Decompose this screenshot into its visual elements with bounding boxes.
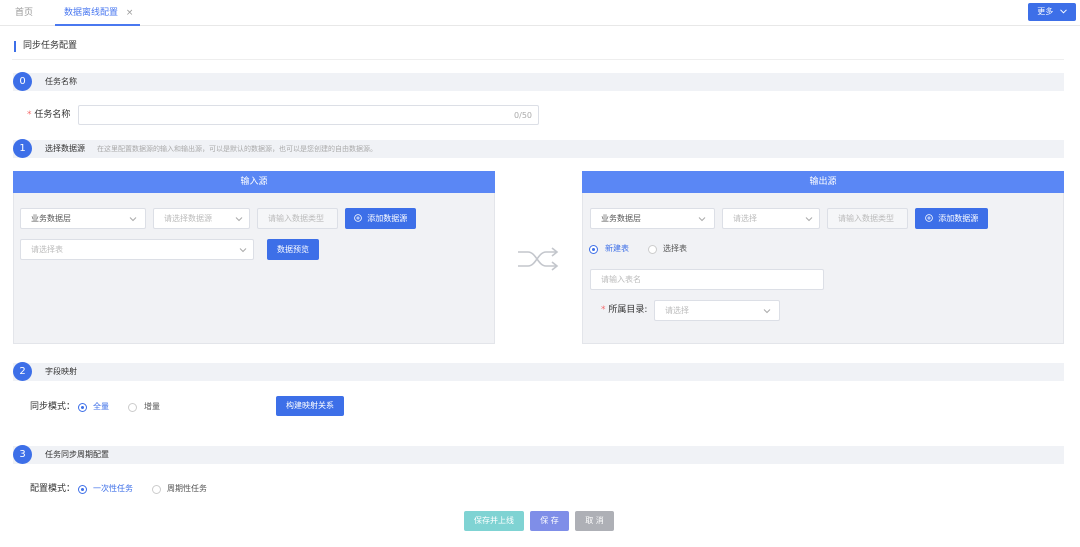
tab-home[interactable]: 首页	[15, 0, 33, 26]
radio-once[interactable]	[78, 485, 87, 494]
plus-circle-icon	[353, 214, 362, 222]
sync-mode-label: 同步模式：	[30, 402, 76, 412]
radio-periodic[interactable]	[152, 485, 161, 494]
chevron-down-icon	[129, 217, 137, 222]
config-mode-label: 配置模式：	[30, 484, 76, 494]
output-datatype-placeholder: 请输入数据类型	[838, 214, 894, 223]
output-add-datasource-button[interactable]: 添加数据源	[915, 208, 988, 229]
chevron-down-icon	[763, 309, 771, 314]
input-datatype-field[interactable]: 请输入数据类型	[257, 208, 338, 229]
output-datasource-select[interactable]: 请选择	[722, 208, 820, 229]
page-title: 同步任务配置	[14, 41, 77, 52]
chevron-down-icon	[239, 248, 247, 253]
required-mark: *	[27, 110, 32, 120]
shuffle-icon	[518, 247, 559, 271]
step-badge-2: 2	[13, 362, 32, 381]
section-bar-schedule	[13, 446, 1064, 464]
section-bar-field-mapping	[13, 363, 1064, 381]
section-title-task-name: 任务名称	[45, 77, 77, 86]
radio-select-table[interactable]	[648, 245, 657, 254]
radio-select-table-label[interactable]: 选择表	[663, 244, 687, 254]
radio-once-label[interactable]: 一次性任务	[93, 484, 133, 494]
chevron-down-icon	[698, 217, 706, 222]
tab-offline-config[interactable]: 数据离线配置 ×	[55, 0, 140, 26]
section-bar-task-name	[13, 73, 1064, 91]
tab-bar	[0, 0, 1080, 26]
radio-full[interactable]	[78, 403, 87, 412]
output-datatype-field[interactable]: 请输入数据类型	[827, 208, 908, 229]
input-table-placeholder: 请选择表	[31, 245, 63, 254]
more-button-label: 更多	[1037, 7, 1054, 16]
input-add-datasource-label: 添加数据源	[367, 214, 408, 223]
radio-periodic-label[interactable]: 周期性任务	[167, 484, 207, 494]
data-preview-button[interactable]: 数据预览	[267, 239, 319, 260]
task-name-counter: 0/50	[514, 111, 532, 120]
input-add-datasource-button[interactable]: 添加数据源	[345, 208, 416, 229]
directory-label: * 所属目录:	[601, 301, 647, 319]
step-badge-3: 3	[13, 445, 32, 464]
input-datatype-placeholder: 请输入数据类型	[268, 214, 324, 223]
chevron-down-icon	[805, 217, 813, 222]
more-button[interactable]: 更多	[1028, 3, 1076, 21]
radio-incremental[interactable]	[128, 403, 137, 412]
directory-label-text: 所属目录:	[608, 305, 648, 315]
output-layer-select[interactable]: 业务数据层	[590, 208, 715, 229]
build-mapping-button[interactable]: 构建映射关系	[276, 396, 344, 416]
radio-full-label[interactable]: 全量	[93, 402, 109, 412]
output-layer-value: 业务数据层	[601, 214, 641, 223]
section-hint-datasource: 在这里配置数据源的输入和输出源，可以是默认的数据源，也可以是您创建的自由数据源。	[97, 145, 377, 153]
output-add-datasource-label: 添加数据源	[938, 214, 979, 223]
input-layer-select[interactable]: 业务数据层	[20, 208, 146, 229]
radio-new-table-label[interactable]: 新建表	[605, 244, 629, 254]
input-datasource-placeholder: 请选择数据源	[164, 214, 212, 223]
table-name-placeholder: 请输入表名	[601, 275, 641, 284]
cancel-button[interactable]: 取 消	[575, 511, 614, 531]
required-mark: *	[601, 305, 606, 315]
input-datasource-select[interactable]: 请选择数据源	[153, 208, 250, 229]
save-and-online-button[interactable]: 保存并上线	[464, 511, 524, 531]
section-title-field-mapping: 字段映射	[45, 367, 77, 376]
step-badge-1: 1	[13, 139, 32, 158]
table-name-input[interactable]: 请输入表名	[590, 269, 824, 290]
save-button[interactable]: 保 存	[530, 511, 569, 531]
input-table-select[interactable]: 请选择表	[20, 239, 254, 260]
plus-circle-icon	[924, 214, 933, 222]
tab-close-icon[interactable]: ×	[126, 8, 134, 18]
directory-placeholder: 请选择	[665, 306, 689, 315]
divider	[12, 59, 1064, 60]
directory-select[interactable]: 请选择	[654, 300, 780, 321]
section-title-schedule: 任务同步周期配置	[45, 450, 109, 459]
input-layer-value: 业务数据层	[31, 214, 71, 223]
radio-new-table[interactable]	[589, 245, 598, 254]
chevron-down-icon	[1059, 9, 1067, 14]
task-name-input[interactable]: 0/50	[78, 105, 539, 125]
radio-incremental-label[interactable]: 增量	[144, 402, 160, 412]
output-source-header: 输出源	[582, 171, 1064, 193]
output-datasource-placeholder: 请选择	[733, 214, 757, 223]
step-badge-0: 0	[13, 72, 32, 91]
input-source-header: 输入源	[13, 171, 495, 193]
task-name-label-text: 任务名称	[34, 110, 71, 120]
section-title-datasource: 选择数据源	[45, 144, 85, 153]
task-name-label: * 任务名称	[27, 106, 70, 124]
chevron-down-icon	[235, 217, 243, 222]
tab-offline-config-label: 数据离线配置	[64, 8, 119, 18]
